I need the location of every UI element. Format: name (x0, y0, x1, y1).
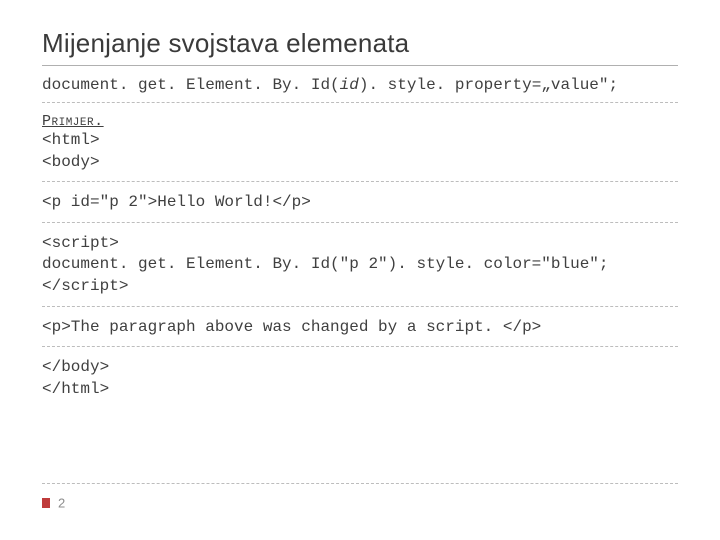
divider-dashed-5 (42, 346, 678, 347)
code-block-script: <script> document. get. Element. By. Id(… (42, 233, 678, 298)
divider-dashed-4 (42, 306, 678, 307)
code-line-6: </script> (42, 277, 128, 295)
divider-dashed-2 (42, 181, 678, 182)
example-label: Primjer. (42, 113, 678, 130)
divider-dashed-footer (42, 483, 678, 484)
code-line-5: document. get. Element. By. Id("p 2"). s… (42, 255, 609, 273)
divider-strong (42, 65, 678, 66)
code-block-p1: <p id="p 2">Hello World!</p> (42, 192, 678, 214)
syntax-suffix: ). style. property=„value"; (359, 76, 618, 94)
code-line-4: <script> (42, 234, 119, 252)
code-block-p2: <p>The paragraph above was changed by a … (42, 317, 678, 339)
syntax-line: document. get. Element. By. Id(id). styl… (42, 76, 678, 94)
divider-dashed-3 (42, 222, 678, 223)
code-line-7: <p>The paragraph above was changed by a … (42, 318, 541, 336)
code-line-8: </body> (42, 358, 109, 376)
syntax-prefix: document. get. Element. By. Id( (42, 76, 340, 94)
slide-title: Mijenjanje svojstava elemenata (42, 28, 678, 59)
footer: 2 (42, 483, 678, 512)
code-line-2: <body> (42, 153, 100, 171)
accent-icon (42, 498, 50, 508)
divider-dashed-1 (42, 102, 678, 103)
slide: Mijenjanje svojstava elemenata document.… (0, 0, 720, 540)
code-line-9: </html> (42, 380, 109, 398)
code-line-1: <html> (42, 131, 100, 149)
code-block-htmlclose: </body> </html> (42, 357, 678, 400)
code-line-3: <p id="p 2">Hello World!</p> (42, 193, 311, 211)
code-block-htmlopen: <html> <body> (42, 130, 678, 173)
page-number: 2 (58, 495, 65, 510)
syntax-arg: id (340, 76, 359, 94)
